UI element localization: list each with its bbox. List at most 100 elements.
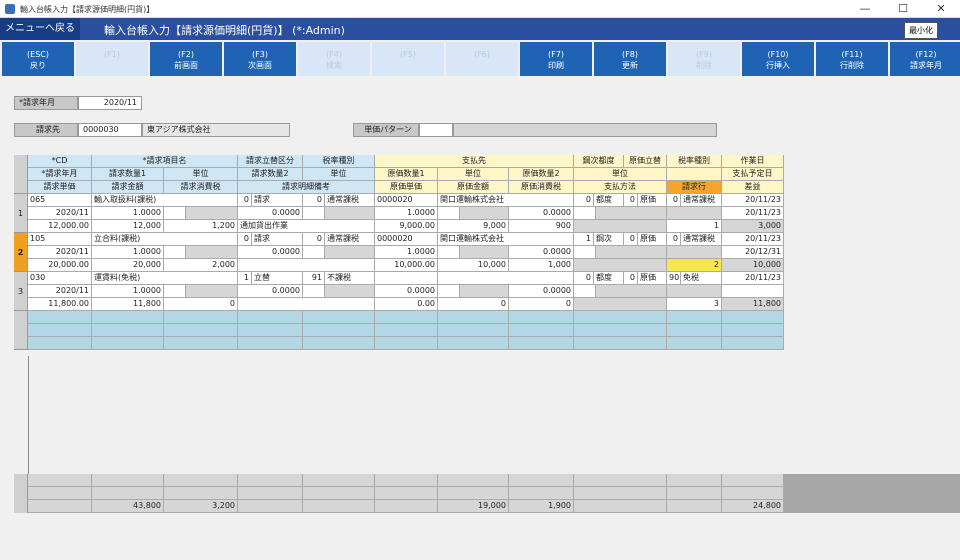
billing-type-code[interactable]: 1 xyxy=(238,272,252,285)
billing-type-code[interactable]: 0 xyxy=(238,233,252,246)
new-row-cell[interactable] xyxy=(574,337,667,350)
new-row-cell[interactable] xyxy=(164,311,238,324)
new-row-cell[interactable] xyxy=(92,337,164,350)
item-name-input[interactable]: 運賃料(免税) xyxy=(92,272,238,285)
customer-code-input[interactable]: 0000030 xyxy=(78,123,142,137)
payee-code[interactable]: 0000020 xyxy=(375,233,438,246)
new-row-cell[interactable] xyxy=(303,337,375,350)
cost-unit1[interactable] xyxy=(438,207,460,220)
cost-price[interactable]: 10,000.00 xyxy=(375,259,438,272)
new-row-cell[interactable] xyxy=(92,324,164,337)
amount[interactable]: 11,800 xyxy=(92,298,164,311)
cost-price[interactable]: 9,000.00 xyxy=(375,220,438,233)
new-row-cell[interactable] xyxy=(164,337,238,350)
tax-type-code[interactable]: 91 xyxy=(303,272,325,285)
unit1[interactable] xyxy=(164,285,186,298)
new-row-cell[interactable] xyxy=(722,324,784,337)
tax-type-2-code[interactable]: 0 xyxy=(667,233,681,246)
pay-date[interactable]: 20/11/23 xyxy=(722,207,784,220)
cost-unit2[interactable] xyxy=(574,207,596,220)
billing-type-code[interactable]: 0 xyxy=(238,194,252,207)
new-row-cell[interactable] xyxy=(667,311,722,324)
qty2[interactable]: 0.0000 xyxy=(238,207,303,220)
cd-input[interactable]: 030 xyxy=(28,272,92,285)
work-date[interactable]: 20/11/23 xyxy=(722,272,784,285)
consumption-tax[interactable]: 0 xyxy=(164,298,238,311)
fkey-f10[interactable]: (F10) 行挿入 xyxy=(742,42,814,76)
new-row-cell[interactable] xyxy=(303,311,375,324)
tax-type-2-code[interactable]: 0 xyxy=(667,194,681,207)
tax-type-2-code[interactable]: 90 xyxy=(667,272,681,285)
work-date[interactable]: 20/11/23 xyxy=(722,194,784,207)
new-row-cell[interactable] xyxy=(28,311,92,324)
cost-qty1[interactable]: 1.0000 xyxy=(375,246,438,259)
cost-amount[interactable]: 10,000 xyxy=(438,259,509,272)
new-row-cell[interactable] xyxy=(722,311,784,324)
qty2[interactable]: 0.0000 xyxy=(238,246,303,259)
fkey-f7[interactable]: (F7) 印刷 xyxy=(520,42,592,76)
new-row-cell[interactable] xyxy=(509,324,574,337)
unit2[interactable] xyxy=(303,207,325,220)
qty1[interactable]: 1.0000 xyxy=(92,207,164,220)
payee-code[interactable] xyxy=(375,272,438,285)
new-row-cell[interactable] xyxy=(667,337,722,350)
unit2[interactable] xyxy=(303,246,325,259)
frequency-code[interactable]: 0 xyxy=(574,194,594,207)
fkey-f11[interactable]: (F11) 行削除 xyxy=(816,42,888,76)
cost-qty1[interactable]: 0.0000 xyxy=(375,285,438,298)
new-row-cell[interactable] xyxy=(375,311,438,324)
fkey-f3[interactable]: (F3) 次画面 xyxy=(224,42,296,76)
cost-unit1[interactable] xyxy=(438,246,460,259)
pay-date[interactable] xyxy=(722,285,784,298)
qty2[interactable]: 0.0000 xyxy=(238,285,303,298)
billing-line[interactable]: 3 xyxy=(667,298,722,311)
new-row-cell[interactable] xyxy=(438,324,509,337)
amount[interactable]: 20,000 xyxy=(92,259,164,272)
cost-tax[interactable]: 0 xyxy=(509,298,574,311)
new-row-cell[interactable] xyxy=(574,324,667,337)
close-window-button[interactable]: ✕ xyxy=(922,0,960,18)
frequency-code[interactable]: 0 xyxy=(574,272,594,285)
fkey-esc[interactable]: (ESC) 戻り xyxy=(2,42,74,76)
cost-qty1[interactable]: 1.0000 xyxy=(375,207,438,220)
row-number[interactable]: 1 xyxy=(14,194,28,233)
cost-qty2[interactable]: 0.0000 xyxy=(509,207,574,220)
payee-code[interactable]: 0000020 xyxy=(375,194,438,207)
maximize-window-button[interactable]: ☐ xyxy=(884,0,922,18)
consumption-tax[interactable]: 2,000 xyxy=(164,259,238,272)
cost-amount[interactable]: 0 xyxy=(438,298,509,311)
new-row-cell[interactable] xyxy=(28,337,92,350)
tax-type-code[interactable]: 0 xyxy=(303,233,325,246)
memo[interactable] xyxy=(238,298,375,311)
item-name-input[interactable]: 輸入取扱料(課税) xyxy=(92,194,238,207)
payment-method[interactable] xyxy=(574,298,667,311)
row-number[interactable]: 2 xyxy=(14,233,28,272)
frequency-code[interactable]: 1 xyxy=(574,233,594,246)
cost-qty2[interactable]: 0.0000 xyxy=(509,285,574,298)
back-to-menu-button[interactable]: メニューへ戻る xyxy=(0,18,80,40)
price-pattern-input[interactable] xyxy=(419,123,453,137)
cost-qty2[interactable]: 0.0000 xyxy=(509,246,574,259)
tax-type-code[interactable]: 0 xyxy=(303,194,325,207)
new-row-cell[interactable] xyxy=(238,324,303,337)
minimize-button[interactable]: 最小化 xyxy=(904,22,938,39)
new-row-cell[interactable] xyxy=(92,311,164,324)
billing-line[interactable]: 2 xyxy=(667,259,722,272)
new-row-header[interactable] xyxy=(14,311,28,350)
cd-input[interactable]: 065 xyxy=(28,194,92,207)
new-row-cell[interactable] xyxy=(303,324,375,337)
cost-advance-code[interactable]: 0 xyxy=(624,233,638,246)
new-row-cell[interactable] xyxy=(375,324,438,337)
fkey-f12[interactable]: (F12) 請求年月 xyxy=(890,42,960,76)
cost-unit2[interactable] xyxy=(574,285,596,298)
payment-method[interactable] xyxy=(574,220,667,233)
qty1[interactable]: 1.0000 xyxy=(92,285,164,298)
row-number[interactable]: 3 xyxy=(14,272,28,311)
new-row-cell[interactable] xyxy=(438,337,509,350)
unit-price[interactable]: 12,000.00 xyxy=(28,220,92,233)
new-row-cell[interactable] xyxy=(164,324,238,337)
fkey-f8[interactable]: (F8) 更新 xyxy=(594,42,666,76)
new-row-cell[interactable] xyxy=(238,337,303,350)
new-row-cell[interactable] xyxy=(438,311,509,324)
new-row-cell[interactable] xyxy=(509,337,574,350)
